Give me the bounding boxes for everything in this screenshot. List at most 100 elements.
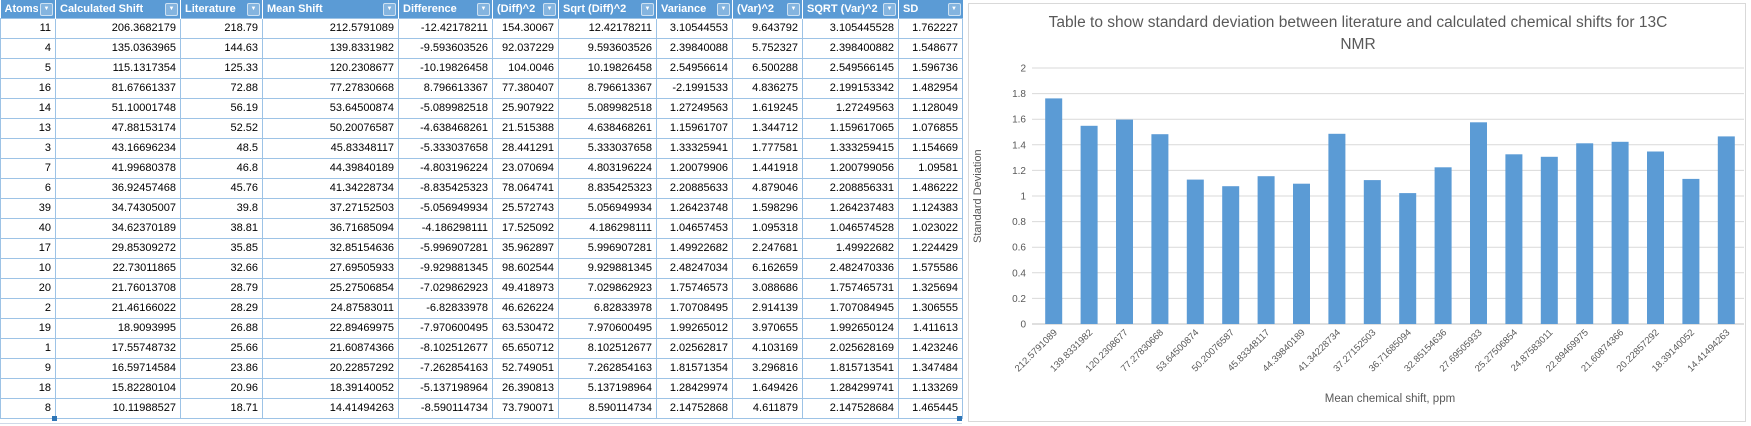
table-cell[interactable]: 2.398400882 (802, 38, 899, 59)
table-cell[interactable]: 14.41494263 (262, 398, 399, 419)
table-cell[interactable]: 20.22857292 (262, 358, 399, 379)
filter-dropdown-button[interactable]: ▼ (477, 2, 490, 16)
bar[interactable] (1363, 180, 1381, 324)
table-cell[interactable]: 1.992650124 (802, 318, 899, 339)
filter-dropdown-button[interactable]: ▼ (641, 2, 654, 16)
table-cell[interactable]: -4.803196224 (398, 158, 493, 179)
table-cell[interactable]: 14 (0, 98, 56, 119)
table-cell[interactable]: 52.52 (180, 118, 263, 139)
table-cell[interactable]: 4.186298111 (558, 218, 657, 239)
table-cell[interactable]: 1.04657453 (656, 218, 733, 239)
table-cell[interactable]: 72.88 (180, 78, 263, 99)
table-cell[interactable]: 2.14752868 (656, 398, 733, 419)
bar[interactable] (1540, 156, 1558, 324)
table-cell[interactable]: 1.344712 (732, 118, 803, 139)
table-cell[interactable]: 139.8331982 (262, 38, 399, 59)
table-cell[interactable]: 144.63 (180, 38, 263, 59)
table-cell[interactable]: 17 (0, 238, 56, 259)
table-cell[interactable]: 135.0363965 (55, 38, 181, 59)
table-cell[interactable]: 2.39840088 (656, 38, 733, 59)
table-cell[interactable]: 51.10001748 (55, 98, 181, 119)
table-cell[interactable]: 3.088686 (732, 278, 803, 299)
table-cell[interactable]: 5.056949934 (558, 198, 657, 219)
table-cell[interactable]: 3 (0, 138, 56, 159)
table-cell[interactable]: 8 (0, 398, 56, 419)
filter-dropdown-button[interactable]: ▼ (883, 2, 896, 16)
table-cell[interactable]: 15.82280104 (55, 378, 181, 399)
table-cell[interactable]: 2.549566145 (802, 58, 899, 79)
bar[interactable] (1186, 179, 1204, 324)
table-cell[interactable]: -8.835425323 (398, 178, 493, 199)
table-cell[interactable]: 8.835425323 (558, 178, 657, 199)
table-cell[interactable]: 43.16696234 (55, 138, 181, 159)
table-cell[interactable]: -5.996907281 (398, 238, 493, 259)
filter-dropdown-button[interactable]: ▼ (247, 2, 260, 16)
table-cell[interactable]: -5.137198964 (398, 378, 493, 399)
bar[interactable] (1611, 141, 1629, 324)
table-cell[interactable]: 21.515388 (492, 118, 559, 139)
table-cell[interactable]: 212.5791089 (262, 18, 399, 39)
table-cell[interactable]: 6.500288 (732, 58, 803, 79)
table-cell[interactable]: -4.186298111 (398, 218, 493, 239)
table-cell[interactable]: 19 (0, 318, 56, 339)
table-cell[interactable]: 1.49922682 (802, 238, 899, 259)
bar[interactable] (1293, 183, 1310, 324)
table-cell[interactable]: -9.929881345 (398, 258, 493, 279)
table-cell[interactable]: 44.39840189 (262, 158, 399, 179)
table-cell[interactable]: -2.1991533 (656, 78, 733, 99)
table-cell[interactable]: -10.19826458 (398, 58, 493, 79)
table-cell[interactable]: 5.996907281 (558, 238, 657, 259)
table-cell[interactable]: 1.095318 (732, 218, 803, 239)
table-cell[interactable]: 3.10544553 (656, 18, 733, 39)
bar[interactable] (1399, 193, 1417, 324)
table-cell[interactable]: 2.025628169 (802, 338, 899, 359)
table-cell[interactable]: 218.79 (180, 18, 263, 39)
table-cell[interactable]: -12.42178211 (398, 18, 493, 39)
table-cell[interactable]: 78.064741 (492, 178, 559, 199)
table-cell[interactable]: 2.02562817 (656, 338, 733, 359)
table-cell[interactable]: 11 (0, 18, 56, 39)
table-cell[interactable]: 4.638468261 (558, 118, 657, 139)
table-cell[interactable]: 4 (0, 38, 56, 59)
table-cell[interactable]: 39 (0, 198, 56, 219)
filter-dropdown-button[interactable]: ▼ (165, 2, 178, 16)
table-cell[interactable]: 27.69505933 (262, 258, 399, 279)
table-cell[interactable]: 1.128049 (898, 98, 963, 119)
bar[interactable] (1222, 186, 1240, 324)
bar[interactable] (1647, 151, 1664, 325)
table-cell[interactable]: 1.762227 (898, 18, 963, 39)
table-cell[interactable]: 1.757465731 (802, 278, 899, 299)
filter-dropdown-button[interactable]: ▼ (543, 2, 556, 16)
bar[interactable] (1045, 98, 1063, 325)
table-cell[interactable]: 1.49922682 (656, 238, 733, 259)
table-cell[interactable]: 206.3682179 (55, 18, 181, 39)
table-cell[interactable]: 1.596736 (898, 58, 963, 79)
table-cell[interactable]: 5.752327 (732, 38, 803, 59)
table-cell[interactable]: 1.70708495 (656, 298, 733, 319)
table-cell[interactable]: 50.20076587 (262, 118, 399, 139)
table-cell[interactable]: 1.777581 (732, 138, 803, 159)
table-cell[interactable]: 29.85309272 (55, 238, 181, 259)
table-cell[interactable]: 4.103169 (732, 338, 803, 359)
table-cell[interactable]: 18 (0, 378, 56, 399)
table-cell[interactable]: 63.530472 (492, 318, 559, 339)
table-cell[interactable]: 5 (0, 58, 56, 79)
bar[interactable] (1328, 133, 1346, 324)
table-cell[interactable]: 77.380407 (492, 78, 559, 99)
table-cell[interactable]: 77.27830668 (262, 78, 399, 99)
table-cell[interactable]: 1.619245 (732, 98, 803, 119)
fill-handle[interactable] (52, 416, 57, 421)
table-cell[interactable]: 8.796613367 (558, 78, 657, 99)
table-cell[interactable]: 6 (0, 178, 56, 199)
table-cell[interactable]: 7.970600495 (558, 318, 657, 339)
table-cell[interactable]: 35.85 (180, 238, 263, 259)
table-cell[interactable]: 125.33 (180, 58, 263, 79)
table-cell[interactable]: 1.09581 (898, 158, 963, 179)
table-cell[interactable]: 3.105445528 (802, 18, 899, 39)
table-cell[interactable]: 26.390813 (492, 378, 559, 399)
table-cell[interactable]: 34.74305007 (55, 198, 181, 219)
table-cell[interactable]: 25.572743 (492, 198, 559, 219)
table-cell[interactable]: 120.2308677 (262, 58, 399, 79)
table-cell[interactable]: 36.92457468 (55, 178, 181, 199)
table-cell[interactable]: 1.707084945 (802, 298, 899, 319)
